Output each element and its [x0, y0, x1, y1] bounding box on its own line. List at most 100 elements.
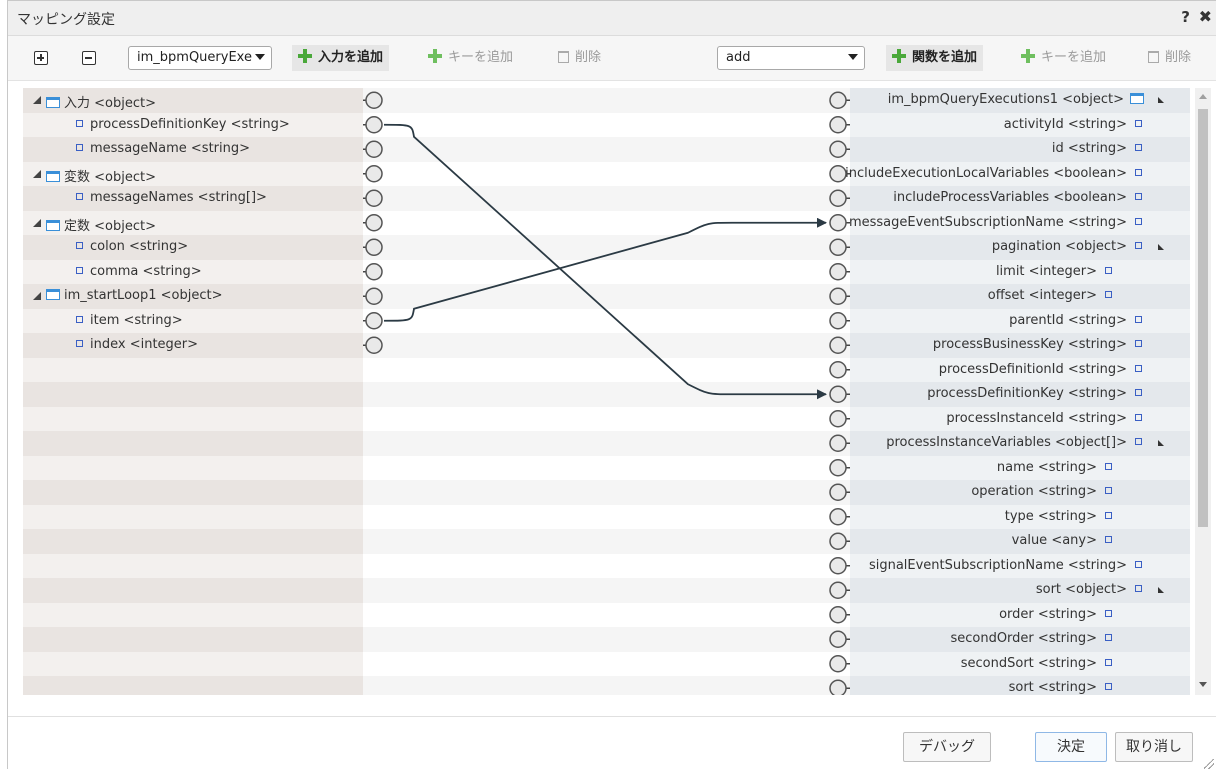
source-node-label: colon <string> — [90, 239, 189, 254]
target-property-node[interactable]: type <string> — [1005, 509, 1112, 524]
target-property-node[interactable]: value <any> — [1012, 533, 1112, 548]
source-object-node[interactable]: 入力 <object> — [46, 92, 156, 111]
add-input-button[interactable]: 入力を追加 — [292, 45, 390, 71]
source-object-node[interactable]: im_startLoop1 <object> — [46, 288, 222, 303]
target-property-node[interactable]: order <string> — [999, 607, 1112, 622]
target-property-node[interactable]: operation <string> — [971, 484, 1112, 499]
target-property-node[interactable]: secondOrder <string> — [950, 631, 1112, 646]
debug-button[interactable]: デバッグ — [903, 732, 991, 762]
target-property-node[interactable]: name <string> — [997, 460, 1112, 475]
target-node-label: limit <integer> — [995, 263, 1097, 279]
source-property-node[interactable]: item <string> — [76, 313, 183, 328]
property-icon — [1135, 119, 1142, 127]
target-object-node[interactable]: sort <object> — [1036, 582, 1142, 597]
expand-toggle-icon[interactable] — [33, 218, 41, 227]
target-cell: order <string> — [850, 602, 1190, 627]
wire-lane — [363, 431, 850, 456]
help-icon[interactable]: ? — [1181, 8, 1190, 26]
target-property-node[interactable]: signalEventSubscriptionName <string> — [869, 558, 1142, 573]
mapping-row: processDefinitionKey <string> activityId … — [23, 112, 1190, 137]
property-icon — [1135, 144, 1142, 151]
source-object-node[interactable]: 定数 <object> — [46, 215, 156, 234]
mapping-row: index <integer> processBusinessKey <strin… — [23, 333, 1190, 358]
property-icon — [1135, 364, 1142, 372]
expand-toggle-icon[interactable] — [1158, 587, 1164, 593]
target-node-label: order <string> — [999, 606, 1097, 622]
object-icon — [46, 97, 60, 108]
target-node-label: secondSort <string> — [960, 655, 1097, 671]
target-property-node[interactable]: processInstanceId <string> — [946, 411, 1142, 426]
expand-all-button[interactable] — [34, 51, 48, 65]
source-property-node[interactable]: comma <string> — [76, 264, 202, 279]
source-property-node[interactable]: colon <string> — [76, 239, 188, 254]
mapping-row: item <string> parentId <string> — [23, 308, 1190, 333]
target-property-node[interactable]: activityId <string> — [1004, 117, 1142, 132]
target-cell: secondSort <string> — [850, 651, 1190, 676]
resize-grip-icon[interactable] — [1204, 759, 1214, 769]
scrollbar-thumb[interactable] — [1198, 109, 1208, 527]
add-key-right-button[interactable]: キーを追加 — [1015, 45, 1112, 71]
property-icon — [76, 193, 83, 200]
target-property-node[interactable]: parentId <string> — [1009, 313, 1142, 328]
add-function-button[interactable]: 関数を追加 — [886, 45, 984, 71]
target-object-node[interactable]: im_bpmQueryExecutions1 <object> — [888, 92, 1144, 107]
target-property-node[interactable]: secondSort <string> — [961, 656, 1112, 671]
mapping-row: sort <object> — [23, 578, 1190, 603]
wire-lane — [363, 284, 850, 309]
target-node-label: processDefinitionId <string> — [938, 361, 1127, 377]
source-node-label: im_startLoop1 <object> — [64, 288, 223, 303]
source-cell — [23, 504, 363, 529]
target-object-node[interactable]: pagination <object> — [992, 239, 1142, 254]
expand-toggle-icon[interactable] — [33, 169, 41, 178]
source-property-node[interactable]: messageNames <string[]> — [76, 190, 267, 205]
target-property-node[interactable]: includeExecutionLocalVariables <boolean> — [845, 166, 1142, 181]
mapping-row: processInstanceVariables <object[]> — [23, 431, 1190, 456]
source-select[interactable]: im_bpmQueryExe — [128, 46, 272, 70]
scroll-up-icon[interactable] — [1199, 94, 1207, 99]
expand-toggle-icon[interactable] — [1158, 244, 1164, 250]
mapping-row: sort <string> — [23, 676, 1190, 695]
target-property-node[interactable]: offset <integer> — [988, 288, 1112, 303]
expand-toggle-icon[interactable] — [1158, 97, 1164, 103]
cancel-button[interactable]: 取り消し — [1115, 732, 1193, 762]
collapse-all-button[interactable] — [82, 51, 96, 65]
ok-button[interactable]: 決定 — [1035, 732, 1107, 762]
vertical-scrollbar[interactable] — [1195, 88, 1211, 695]
target-object-node[interactable]: processInstanceVariables <object[]> — [886, 435, 1142, 450]
target-property-node[interactable]: includeProcessVariables <boolean> — [893, 190, 1142, 205]
property-icon — [1135, 242, 1142, 249]
target-property-node[interactable]: messageEventSubscriptionName <string> — [849, 215, 1142, 230]
target-property-node[interactable]: processBusinessKey <string> — [933, 337, 1142, 352]
source-property-node[interactable]: index <integer> — [76, 337, 198, 352]
target-cell: type <string> — [850, 504, 1190, 529]
target-property-node[interactable]: limit <integer> — [996, 264, 1112, 279]
source-node-label: item <string> — [90, 312, 183, 328]
source-node-label: index <integer> — [90, 337, 199, 352]
source-object-node[interactable]: 変数 <object> — [46, 166, 156, 185]
target-property-node[interactable]: processDefinitionId <string> — [939, 362, 1142, 377]
close-icon[interactable]: ✖ — [1199, 7, 1212, 26]
wire-lane — [363, 627, 850, 652]
target-property-node[interactable]: sort <string> — [1009, 680, 1112, 695]
expand-toggle-icon[interactable] — [33, 292, 41, 300]
trash-icon — [1148, 51, 1159, 63]
scroll-down-icon[interactable] — [1199, 682, 1207, 687]
target-property-node[interactable]: id <string> — [1052, 141, 1142, 156]
function-select[interactable]: add — [717, 46, 865, 70]
property-icon — [1105, 609, 1112, 617]
expand-toggle-icon[interactable] — [1158, 440, 1164, 446]
target-property-node[interactable]: processDefinitionKey <string> — [927, 386, 1142, 401]
source-cell — [23, 651, 363, 676]
expand-toggle-icon[interactable] — [33, 96, 41, 104]
source-property-node[interactable]: processDefinitionKey <string> — [76, 117, 290, 132]
target-cell: im_bpmQueryExecutions1 <object> — [850, 88, 1190, 113]
delete-right-button[interactable]: 削除 — [1142, 45, 1197, 71]
mapping-row: 変数 <object> includeExecutionLocalVariable… — [23, 161, 1190, 186]
target-node-label: operation <string> — [971, 484, 1097, 499]
delete-left-button[interactable]: 削除 — [552, 45, 607, 71]
add-key-left-button[interactable]: キーを追加 — [422, 45, 519, 71]
wire-lane — [363, 137, 850, 162]
mapping-row: type <string> — [23, 504, 1190, 529]
source-property-node[interactable]: messageName <string> — [76, 141, 250, 156]
mapping-row: signalEventSubscriptionName <string> — [23, 553, 1190, 578]
